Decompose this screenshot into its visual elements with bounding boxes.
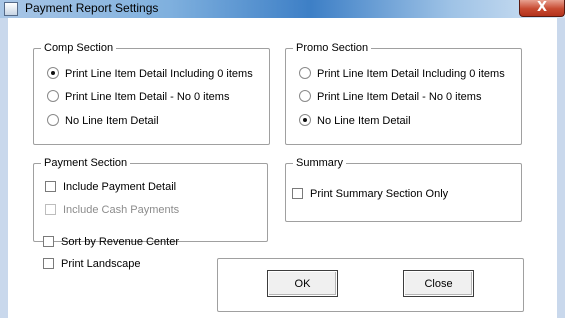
- comp-option-no-zero-label: Print Line Item Detail - No 0 items: [65, 91, 230, 103]
- comp-radio-no-detail[interactable]: [47, 114, 59, 126]
- summary-title: Summary: [293, 157, 347, 170]
- window-title: Payment Report Settings: [25, 1, 159, 15]
- promo-option-including-zero-label: Print Line Item Detail Including 0 items: [317, 68, 505, 80]
- payment-section-title: Payment Section: [41, 157, 131, 170]
- close-button[interactable]: Close: [403, 270, 474, 297]
- comp-option-including-zero-label: Print Line Item Detail Including 0 items: [65, 68, 253, 80]
- promo-radio-including-zero[interactable]: [299, 67, 311, 79]
- include-payment-detail-option[interactable]: Include Payment Detail: [45, 181, 176, 194]
- print-summary-only-checkbox[interactable]: [292, 188, 303, 199]
- sort-by-revenue-center-option[interactable]: Sort by Revenue Center: [43, 236, 179, 249]
- promo-option-no-zero[interactable]: Print Line Item Detail - No 0 items: [299, 90, 481, 104]
- promo-option-no-detail-label: No Line Item Detail: [317, 115, 411, 127]
- comp-option-no-detail-label: No Line Item Detail: [65, 115, 159, 127]
- comp-radio-no-zero[interactable]: [47, 90, 59, 102]
- promo-option-no-detail[interactable]: No Line Item Detail: [299, 114, 411, 128]
- payment-section-group: Payment Section Include Payment Detail I…: [33, 157, 268, 242]
- include-payment-detail-checkbox[interactable]: [45, 181, 56, 192]
- summary-group: Summary Print Summary Section Only: [285, 157, 522, 222]
- comp-option-no-zero[interactable]: Print Line Item Detail - No 0 items: [47, 90, 229, 104]
- comp-radio-including-zero[interactable]: [47, 67, 59, 79]
- promo-option-including-zero[interactable]: Print Line Item Detail Including 0 items: [299, 67, 505, 81]
- promo-option-no-zero-label: Print Line Item Detail - No 0 items: [317, 91, 482, 103]
- comp-section-group: Comp Section Print Line Item Detail Incl…: [33, 42, 270, 145]
- comp-section-title: Comp Section: [41, 42, 117, 55]
- ok-button[interactable]: OK: [267, 270, 338, 297]
- promo-radio-no-zero[interactable]: [299, 90, 311, 102]
- app-icon: [4, 2, 18, 16]
- promo-radio-no-detail[interactable]: [299, 114, 311, 126]
- button-panel: OK Close: [217, 258, 524, 312]
- print-landscape-checkbox[interactable]: [43, 258, 54, 269]
- sort-by-revenue-center-label: Sort by Revenue Center: [61, 236, 180, 248]
- comp-option-no-detail[interactable]: No Line Item Detail: [47, 114, 159, 128]
- close-window-button[interactable]: X: [519, 0, 565, 17]
- print-landscape-label: Print Landscape: [61, 258, 141, 270]
- sort-by-revenue-center-checkbox[interactable]: [43, 236, 54, 247]
- dialog-client-area: Comp Section Print Line Item Detail Incl…: [8, 18, 557, 318]
- promo-section-title: Promo Section: [293, 42, 372, 55]
- title-bar: Payment Report Settings X: [0, 0, 565, 18]
- include-cash-payments-label: Include Cash Payments: [63, 204, 180, 216]
- include-cash-payments-option: Include Cash Payments: [45, 204, 179, 217]
- print-summary-only-option[interactable]: Print Summary Section Only: [292, 188, 448, 201]
- include-payment-detail-label: Include Payment Detail: [63, 181, 177, 193]
- comp-option-including-zero[interactable]: Print Line Item Detail Including 0 items: [47, 67, 253, 81]
- include-cash-payments-checkbox: [45, 204, 56, 215]
- print-summary-only-label: Print Summary Section Only: [310, 188, 449, 200]
- print-landscape-option[interactable]: Print Landscape: [43, 258, 141, 271]
- promo-section-group: Promo Section Print Line Item Detail Inc…: [285, 42, 522, 145]
